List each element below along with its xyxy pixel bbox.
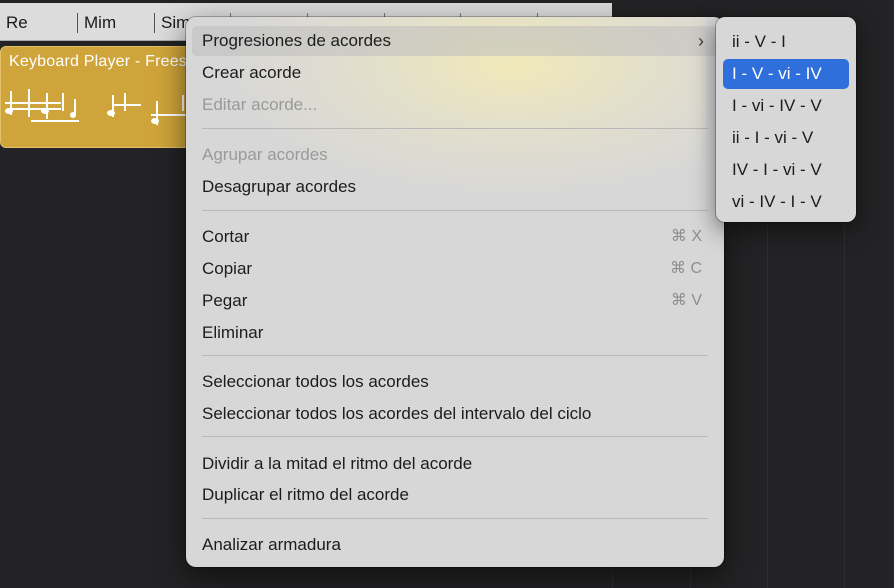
menu-item-label: Progresiones de acordes [202, 31, 392, 50]
submenu-item-progression-selected[interactable]: I - V - vi - IV [723, 59, 849, 89]
menu-item-analyze-key[interactable]: Analizar armadura [192, 530, 718, 560]
chord-cell[interactable]: Sim [154, 13, 190, 33]
submenu-item-progression[interactable]: I - vi - IV - V [723, 91, 849, 121]
menu-item-label: Editar acorde... [202, 95, 318, 114]
keyboard-region[interactable]: Keyboard Player - Freestyle [0, 46, 202, 148]
menu-item-label: Analizar armadura [202, 535, 341, 554]
chord-cell[interactable]: Re [0, 13, 28, 33]
submenu-item-progression[interactable]: ii - I - vi - V [723, 123, 849, 153]
menu-item-label: Agrupar acordes [202, 145, 328, 164]
chevron-right-icon: › [698, 31, 704, 51]
menu-item-copy[interactable]: Copiar ⌘ C [192, 254, 718, 284]
menu-item-label: Copiar [202, 259, 253, 278]
chord-progressions-submenu: ii - V - I I - V - vi - IV I - vi - IV -… [716, 17, 856, 222]
shortcut-label: ⌘ C [670, 260, 702, 277]
menu-item-select-all-chords[interactable]: Seleccionar todos los acordes [192, 367, 718, 397]
menu-item-cut[interactable]: Cortar ⌘ X [192, 222, 718, 252]
submenu-item-progression[interactable]: ii - V - I [723, 27, 849, 57]
menu-item-label: Pegar [202, 291, 248, 310]
submenu-item-progression[interactable]: IV - I - vi - V [723, 155, 849, 185]
menu-item-chord-progressions[interactable]: Progresiones de acordes › [192, 26, 718, 56]
menu-item-label: Dividir a la mitad el ritmo del acorde [202, 454, 473, 473]
menu-item-paste[interactable]: Pegar ⌘ V [192, 286, 718, 316]
menu-item-label: Duplicar el ritmo del acorde [202, 485, 409, 504]
submenu-item-progression[interactable]: vi - IV - I - V [723, 187, 849, 217]
menu-separator [202, 210, 708, 211]
menu-item-double-rhythm[interactable]: Duplicar el ritmo del acorde [192, 480, 718, 510]
menu-item-group-chords: Agrupar acordes [192, 140, 718, 170]
menu-item-delete[interactable]: Eliminar [192, 318, 718, 348]
menu-item-label: Desagrupar acordes [202, 177, 357, 196]
menu-item-edit-chord: Editar acorde... [192, 90, 718, 120]
menu-separator [202, 436, 708, 437]
menu-item-ungroup-chords[interactable]: Desagrupar acordes [192, 172, 718, 202]
menu-item-label: Crear acorde [202, 63, 302, 82]
menu-item-label: Cortar [202, 227, 250, 246]
menu-separator [202, 518, 708, 519]
menu-item-select-cycle-chords[interactable]: Seleccionar todos los acordes del interv… [192, 399, 718, 429]
menu-item-label: Seleccionar todos los acordes [202, 372, 429, 391]
menu-item-halve-rhythm[interactable]: Dividir a la mitad el ritmo del acorde [192, 449, 718, 479]
region-title: Keyboard Player - Freestyle [9, 53, 202, 70]
menu-item-label: Seleccionar todos los acordes del interv… [202, 404, 592, 423]
menu-item-create-chord[interactable]: Crear acorde [192, 58, 718, 88]
chord-cell[interactable]: Mim [77, 13, 116, 33]
shortcut-label: ⌘ X [670, 228, 702, 245]
menu-separator [202, 128, 708, 129]
chord-context-menu: Progresiones de acordes › Crear acorde E… [186, 17, 724, 567]
menu-separator [202, 355, 708, 356]
shortcut-label: ⌘ V [670, 292, 702, 309]
menu-item-label: Eliminar [202, 323, 264, 342]
notation-icon [5, 89, 187, 125]
